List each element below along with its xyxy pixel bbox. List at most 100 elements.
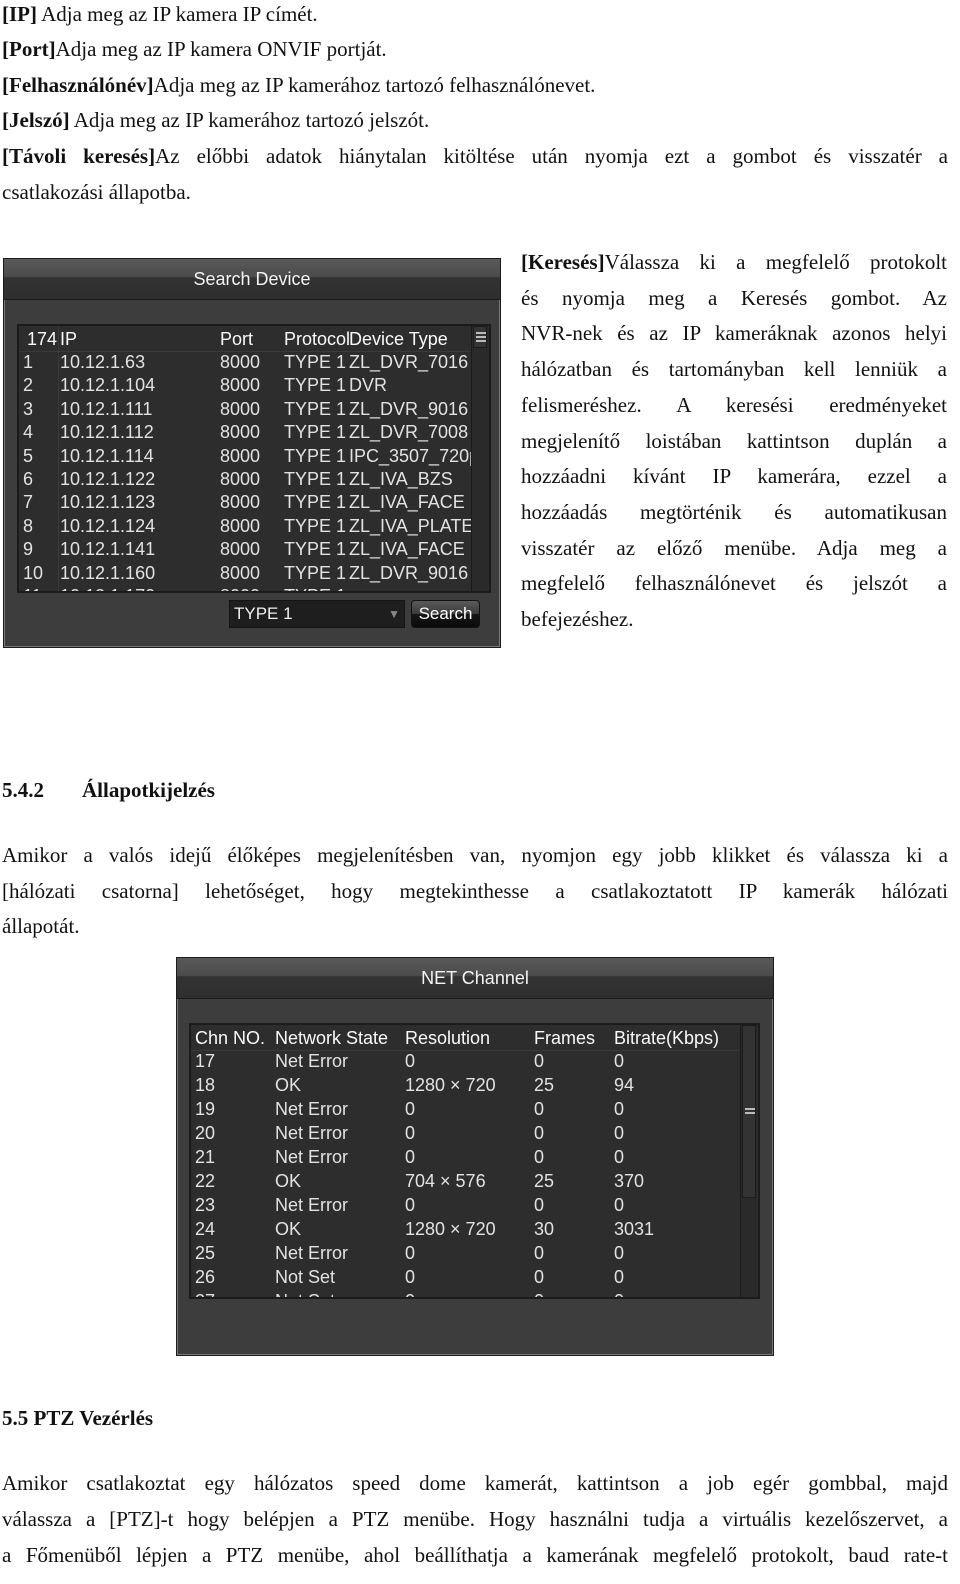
table-cell: Not Set — [275, 1290, 335, 1297]
table-cell: 20 — [195, 1123, 216, 1143]
net-channel-dialog: NET Channel Chn NO. Network State Resolu… — [176, 957, 774, 1356]
table-row[interactable]: 9 10.12.1.141 8000 TYPE 1 ZL_IVA_FACE — [19, 538, 471, 561]
table-cell: 10.12.1.124 — [60, 515, 156, 536]
table-cell: ZL_DVR_9016 — [349, 562, 469, 583]
table-cell: 10.12.1.170 — [60, 585, 155, 591]
channel-list[interactable]: Chn NO. Network State Resolution Frames … — [189, 1023, 760, 1299]
table-cell: ZL_DVR_7016 — [349, 352, 469, 372]
table-cell: TYPE 1 — [284, 585, 346, 591]
term-text: Válassza ki a megfelelő protokolt — [604, 250, 947, 274]
table-cell: 24 — [195, 1219, 216, 1239]
table-cell: 9 — [23, 539, 34, 560]
table-row[interactable]: 3 10.12.1.111 8000 TYPE 1 ZL_DVR_9016 — [19, 398, 471, 421]
table-cell: 0 — [614, 1267, 625, 1287]
protocol-select[interactable]: TYPE 1 ▼ — [229, 600, 405, 628]
header-frames[interactable]: Frames — [534, 1027, 595, 1050]
paragraph-line: visszatér az előző menübe. Adja meg a — [521, 536, 947, 560]
table-row[interactable]: 23 Net Error 0 0 0 — [191, 1194, 739, 1217]
scrollbar-thumb[interactable] — [742, 1025, 756, 1198]
table-cell: 10 — [23, 562, 44, 583]
table-cell: 8000 — [220, 375, 261, 396]
table-cell: 8000 — [220, 469, 261, 489]
table-cell: TYPE 1 — [284, 469, 347, 489]
header-resolution[interactable]: Resolution — [405, 1027, 490, 1050]
table-row[interactable]: 5 10.12.1.114 8000 TYPE 1 IPC_3507_720p — [19, 445, 479, 468]
table-row[interactable]: 7 10.12.1.123 8000 TYPE 1 ZL_IVA_FACE — [19, 491, 471, 514]
table-row[interactable]: 2 10.12.1.104 8000 TYPE 1 DVR — [19, 374, 471, 397]
table-row[interactable]: 26 Not Set 0 0 0 — [191, 1266, 739, 1289]
header-protocol[interactable]: Protocol — [284, 328, 350, 351]
table-cell: 30 — [534, 1219, 555, 1239]
table-row[interactable]: 22 OK 704 × 576 25 370 — [191, 1170, 739, 1193]
scrollbar-thumb[interactable] — [473, 326, 487, 348]
intro-line: [Jelszó] Adja meg az IP kamerához tartoz… — [2, 108, 429, 132]
table-cell: 0 — [405, 1195, 416, 1215]
header-device-type[interactable]: Device Type — [349, 328, 448, 351]
table-cell: Net Error — [275, 1147, 349, 1167]
scrollbar[interactable] — [471, 326, 488, 591]
table-cell: 0 — [405, 1290, 415, 1297]
table-cell: TYPE 1 — [284, 375, 347, 396]
term-text: és nyomja meg a Keresés gombot. Az — [521, 285, 947, 310]
table-cell: 0 — [534, 1099, 545, 1119]
table-cell: 21 — [195, 1147, 216, 1167]
table-row[interactable]: 8 10.12.1.124 8000 TYPE 1 ZL_IVA_PLATE — [19, 515, 473, 538]
table-cell: 704 × 576 — [405, 1171, 486, 1191]
table-cell: 8000 — [220, 352, 261, 372]
table-cell: 8000 — [220, 398, 261, 419]
table-row[interactable]: 17 Net Error 0 0 0 — [191, 1050, 739, 1073]
table-cell: TYPE 1 — [284, 398, 347, 419]
table-cell: 8000 — [220, 585, 260, 591]
header-port[interactable]: Port — [220, 328, 253, 351]
table-cell: 0 — [614, 1147, 625, 1167]
table-row[interactable]: 18 OK 1280 × 720 25 94 — [191, 1074, 739, 1097]
intro-line: [IP] Adja meg az IP kamera IP címét. — [2, 2, 318, 26]
table-cell: 3031 — [614, 1219, 655, 1239]
table-cell: 0 — [534, 1051, 545, 1071]
table-cell: Net Error — [275, 1243, 349, 1263]
term-text: felismeréshez. A keresési eredményeket — [521, 392, 947, 417]
table-row[interactable]: 21 Net Error 0 0 0 — [191, 1146, 739, 1169]
table-cell: 10.12.1.111 — [60, 398, 153, 419]
paragraph-line: befejezéshez. — [521, 607, 634, 631]
table-row[interactable]: 6 10.12.1.122 8000 TYPE 1 ZL_IVA_BZS — [19, 468, 471, 491]
table-cell: OK — [275, 1219, 302, 1239]
paragraph-line: válassza a [PTZ]-t hogy belépjen a PTZ m… — [2, 1507, 948, 1531]
table-cell: 19 — [195, 1099, 216, 1119]
header-network-state[interactable]: Network State — [275, 1027, 388, 1050]
header-chn-no[interactable]: Chn NO. — [195, 1027, 265, 1050]
scrollbar[interactable] — [740, 1025, 757, 1297]
term-label: [Keresés] — [521, 250, 605, 274]
table-cell: TYPE 1 — [284, 352, 347, 372]
table-cell: 0 — [534, 1267, 545, 1287]
table-cell: 8000 — [220, 562, 261, 583]
header-bitrate[interactable]: Bitrate(Kbps) — [614, 1027, 719, 1050]
header-ip[interactable]: IP — [60, 328, 77, 351]
table-row[interactable]: 24 OK 1280 × 720 30 3031 — [191, 1218, 739, 1241]
table-row[interactable]: 27 Not Set 0 0 0 — [191, 1290, 739, 1297]
table-cell: Net Error — [275, 1099, 349, 1119]
paragraph-line: állapotát. — [2, 914, 80, 938]
table-cell: 10.12.1.112 — [60, 422, 154, 443]
table-row[interactable]: 4 10.12.1.112 8000 TYPE 1 ZL_DVR_7008 — [19, 421, 471, 444]
chevron-down-icon[interactable]: ▼ — [388, 601, 400, 627]
table-cell: 0 — [405, 1147, 416, 1167]
table-cell: Net Error — [275, 1123, 349, 1143]
table-row[interactable]: 10 10.12.1.160 8000 TYPE 1 ZL_DVR_9016 — [19, 562, 471, 585]
table-cell: DVR — [349, 375, 388, 396]
table-row[interactable]: 25 Net Error 0 0 0 — [191, 1242, 739, 1265]
table-row[interactable]: 11 10.12.1.170 8000 TYPE 1 — [19, 585, 471, 591]
table-cell: 8000 — [220, 422, 261, 443]
search-button[interactable]: Search — [411, 600, 480, 628]
table-cell: 0 — [614, 1195, 625, 1215]
table-cell: 0 — [534, 1290, 544, 1297]
table-cell: 0 — [534, 1147, 545, 1167]
table-cell: 0 — [405, 1051, 416, 1071]
table-cell: 94 — [614, 1075, 635, 1095]
device-list[interactable]: 174 IP Port Protocol Device Type 1 10.12.… — [17, 324, 491, 593]
paragraph-line: megjelenítő loistában kattintson duplán … — [521, 429, 947, 453]
table-cell: 11 — [23, 585, 42, 591]
table-row[interactable]: 19 Net Error 0 0 0 — [191, 1098, 739, 1121]
table-row[interactable]: 20 Net Error 0 0 0 — [191, 1122, 739, 1145]
table-row[interactable]: 1 10.12.1.63 8000 TYPE 1 ZL_DVR_7016 — [19, 351, 471, 374]
